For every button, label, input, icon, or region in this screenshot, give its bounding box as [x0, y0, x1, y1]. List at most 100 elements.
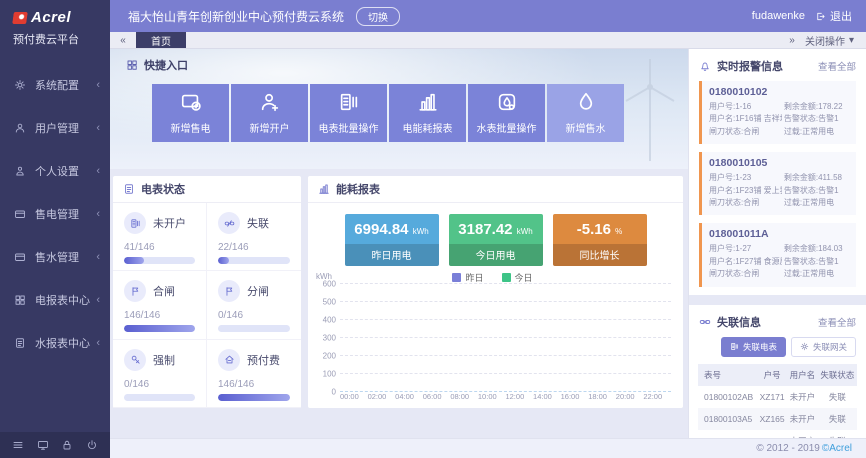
sidebar-item-water-report[interactable]: 水报表中心‹ — [0, 321, 110, 364]
meter-status-label: 失联 — [247, 215, 269, 231]
alarms-view-all-link[interactable]: 查看全部 — [818, 59, 856, 73]
alarm-field: 过载:正常用电 — [784, 268, 849, 280]
y-tick-label: 100 — [323, 370, 336, 379]
quick-button-meter-batch-ops[interactable]: 电表批量操作 — [310, 84, 387, 142]
unlink-icon — [224, 218, 235, 229]
chevron-left-icon: ‹ — [96, 165, 100, 177]
lock-icon[interactable] — [61, 439, 73, 451]
table-row[interactable]: 01800103A5XZ165未开户失联 — [698, 408, 857, 430]
sidebar-item-user-management[interactable]: 用户管理‹ — [0, 106, 110, 149]
meter-status-not-opened: 未开户41/146 — [113, 203, 207, 271]
x-tick-label — [607, 392, 616, 404]
meter-status-label: 预付费 — [247, 352, 280, 368]
gridline — [340, 301, 671, 302]
meter-status-count: 146/146 — [218, 379, 290, 390]
right-panel: 实时报警信息 查看全部 0180010102用户号:1-16剩余金额:178.2… — [688, 49, 866, 438]
sidebar-item-electricity-sale[interactable]: 售电管理‹ — [0, 192, 110, 235]
plot-area — [340, 284, 671, 392]
close-operations-dropdown[interactable]: 关闭操作 ▾ — [805, 32, 866, 48]
alarm-card-018001011A[interactable]: 018001011A用户号:1-27剩余金额:184.03用户名:1F27铺 食… — [699, 223, 856, 286]
energy-report-panel: 能耗报表 6994.84 kWh昨日用电3187.42 kWh今日用电-5.16… — [308, 176, 683, 408]
grid-icon — [14, 294, 26, 306]
stat-label: 今日用电 — [449, 244, 543, 266]
energy-report-icon — [318, 183, 330, 195]
card-icon — [14, 208, 26, 220]
gridline — [340, 319, 671, 320]
x-tick-label — [635, 392, 644, 404]
alarm-card-0180010102[interactable]: 0180010102用户号:1-16剩余金额:178.22用户名:1F16铺 吉… — [699, 81, 856, 144]
quick-button-add-water-sale[interactable]: 新增售水 — [547, 84, 624, 142]
switch-project-button[interactable]: 切换 — [356, 7, 400, 26]
sidebar-item-electricity-report[interactable]: 电报表中心‹ — [0, 278, 110, 321]
top-header: 福大怡山青年创新创业中心预付费云系统 切换 fudawenke 退出 — [110, 0, 866, 32]
alarm-field: 剩余金额:178.22 — [784, 101, 849, 113]
table-row[interactable]: 01800103A6XZ166未开户失联 — [698, 430, 857, 438]
column-header: 表号 — [698, 364, 757, 386]
sidebar-item-water-sale[interactable]: 售水管理‹ — [0, 235, 110, 278]
x-tick-label — [442, 392, 451, 404]
meter-status-header: 电表状态 — [113, 176, 301, 203]
alarm-card-0180010105[interactable]: 0180010105用户号:1-23剩余金额:411.58用户名:1F23铺 爱… — [699, 152, 856, 215]
progress-bar — [218, 325, 290, 332]
offline-gateways-button[interactable]: 失联网关 — [791, 337, 856, 357]
legend-item[interactable]: 今日 — [502, 271, 533, 284]
acrel-brand-link[interactable]: ©Acrel — [822, 443, 852, 454]
meter-status-label: 合闸 — [153, 283, 175, 299]
table-cell: XZ171 — [757, 386, 787, 408]
meter-status-label: 分闸 — [247, 283, 269, 299]
stat-label: 同比增长 — [553, 244, 647, 266]
column-header: 户号 — [757, 364, 787, 386]
quick-button-water-meter-batch-ops[interactable]: 水表批量操作 — [468, 84, 545, 142]
alarm-field: 剩余金额:411.58 — [784, 172, 849, 184]
x-tick-label: 04:00 — [395, 392, 414, 404]
alarm-field: 用户名:1F23铺 爱上我的餐 — [709, 185, 782, 197]
offline-view-all-link[interactable]: 查看全部 — [818, 315, 856, 329]
logout-button[interactable]: 退出 — [815, 8, 852, 24]
chevron-left-icon: ‹ — [96, 208, 100, 220]
progress-fill — [124, 257, 144, 264]
table-cell: 01800103A5 — [698, 408, 757, 430]
quick-entry-buttons: 新增售电新增开户电表批量操作电能耗报表水表批量操作新增售水 — [152, 84, 688, 142]
link-icon — [699, 316, 711, 328]
doc-icon — [14, 337, 26, 349]
y-tick-label: 500 — [323, 298, 336, 307]
monitor-icon[interactable] — [37, 439, 49, 451]
sidebar-item-label: 系统配置 — [35, 77, 96, 93]
offline-table-header-row: 表号户号用户名失联状态 — [698, 364, 857, 386]
tabs-scroll-left-icon[interactable]: « — [110, 32, 136, 48]
main-column: 福大怡山青年创新创业中心预付费云系统 切换 fudawenke 退出 « 首页 … — [110, 0, 866, 458]
sidebar-item-personal-settings[interactable]: 个人设置‹ — [0, 149, 110, 192]
chevron-left-icon: ‹ — [96, 122, 100, 134]
x-tick-label: 12:00 — [505, 392, 524, 404]
x-tick-label — [524, 392, 533, 404]
power-icon[interactable] — [86, 439, 98, 451]
x-tick-label — [579, 392, 588, 404]
x-tick-label: 18:00 — [588, 392, 607, 404]
tab-home[interactable]: 首页 — [136, 32, 186, 48]
alarm-field: 用户名:1F16铺 吉祥培训 — [709, 113, 782, 125]
copyright-text: © 2012 - 2019 — [756, 443, 820, 454]
panels-row: 电表状态 未开户41/146失联22/146合闸146/146分闸0/146强制… — [110, 169, 688, 438]
tabs-scroll-right-icon[interactable]: » — [779, 32, 805, 48]
chevron-down-icon: ▾ — [849, 35, 854, 46]
table-row[interactable]: 01800102ABXZ171未开户失联 — [698, 386, 857, 408]
energy-report-header: 能耗报表 — [308, 176, 683, 203]
tab-strip: « 首页 » 关闭操作 ▾ — [110, 32, 866, 49]
quick-button-add-account[interactable]: 新增开户 — [231, 84, 308, 142]
sidebar-item-system-config[interactable]: 系统配置‹ — [0, 63, 110, 106]
quick-button-label: 电能耗报表 — [403, 120, 453, 135]
y-tick-label: 400 — [323, 316, 336, 325]
quick-button-add-electricity-sale[interactable]: 新增售电 — [152, 84, 229, 142]
table-cell: 01800103A6 — [698, 430, 757, 438]
table-cell: XZ166 — [757, 430, 787, 438]
menu-icon[interactable] — [12, 439, 24, 451]
meter-status-grid: 未开户41/146失联22/146合闸146/146分闸0/146强制0/146… — [113, 203, 301, 408]
quick-button-energy-report[interactable]: 电能耗报表 — [389, 84, 466, 142]
chart-plot-wrap: kWh0100200300400500600 — [314, 284, 671, 392]
progress-bar — [124, 325, 195, 332]
meter-status-count: 146/146 — [124, 310, 195, 321]
alarm-meter-id: 018001011A — [709, 228, 849, 240]
legend-item[interactable]: 昨日 — [452, 271, 483, 284]
offline-meters-button[interactable]: 失联电表 — [721, 337, 786, 357]
x-tick-label: 00:00 — [340, 392, 359, 404]
